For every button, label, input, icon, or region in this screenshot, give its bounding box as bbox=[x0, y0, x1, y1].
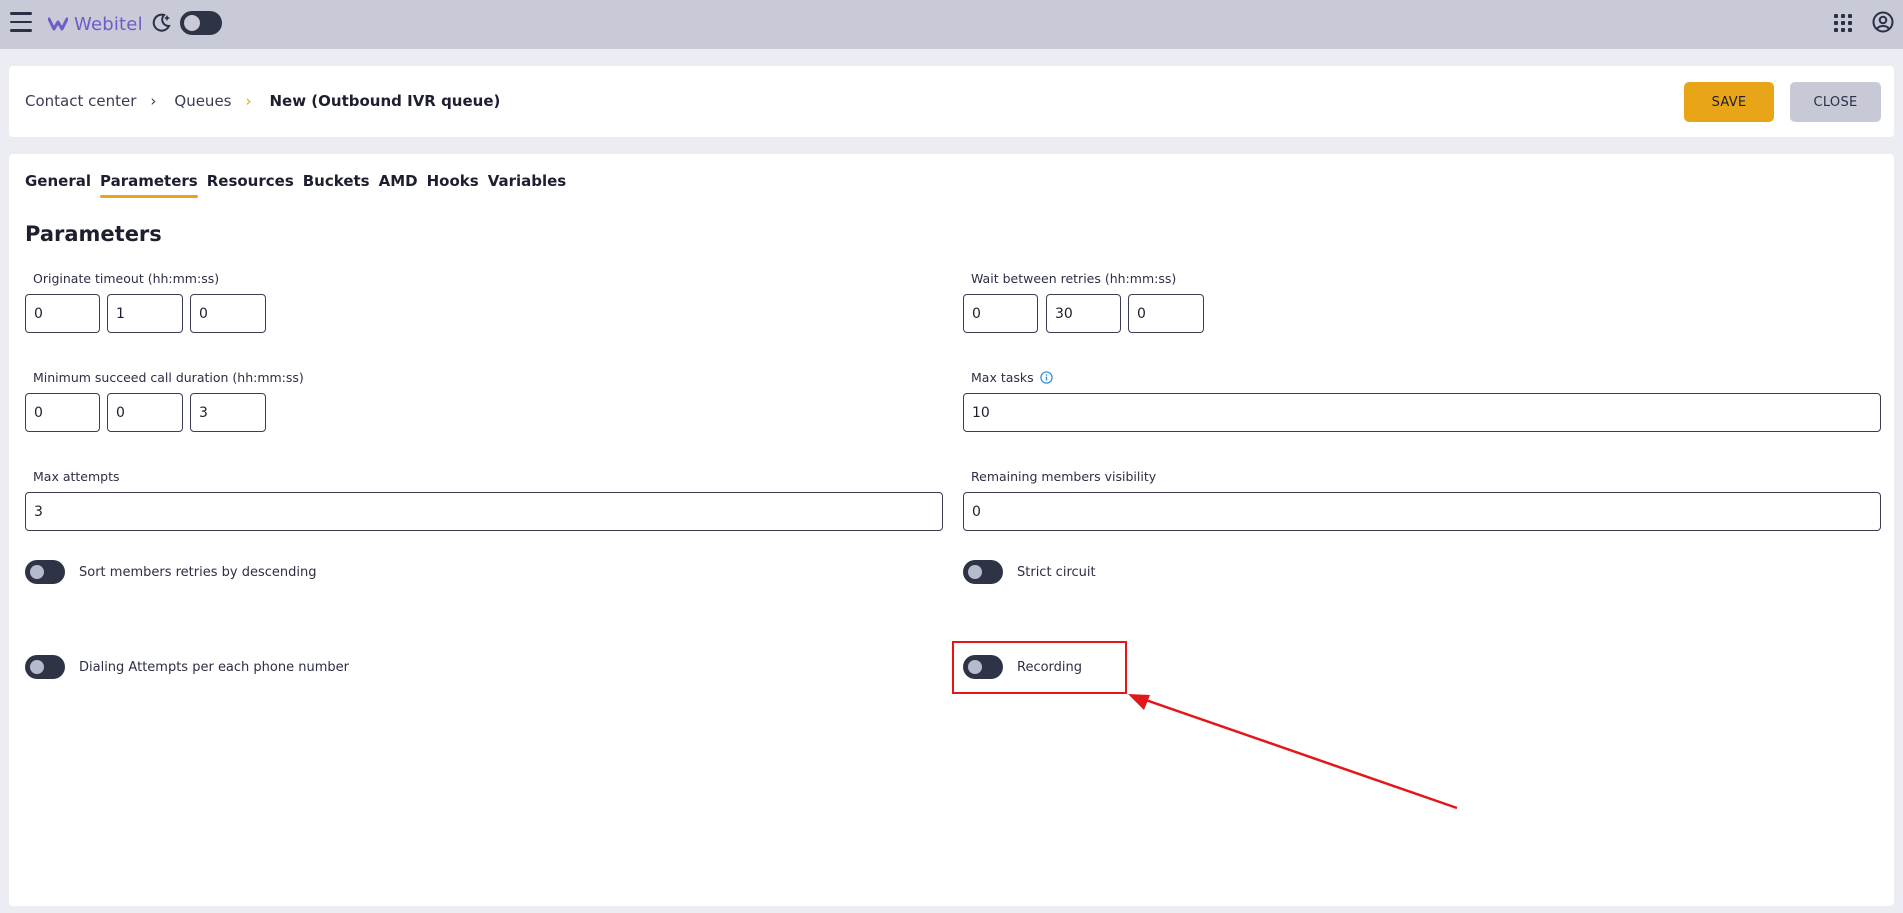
originate-timeout-ss[interactable] bbox=[190, 294, 266, 333]
max-attempts-input[interactable] bbox=[25, 492, 943, 531]
tab-resources[interactable]: Resources bbox=[207, 172, 294, 198]
tab-buckets[interactable]: Buckets bbox=[303, 172, 370, 198]
originate-timeout-hh[interactable] bbox=[25, 294, 100, 333]
strict-circuit-row: Strict circuit bbox=[963, 560, 1096, 584]
originate-timeout-label: Originate timeout (hh:mm:ss) bbox=[33, 271, 220, 286]
min-call-duration-hh[interactable] bbox=[25, 393, 100, 432]
moon-icon bbox=[152, 13, 171, 32]
dialing-attempts-label: Dialing Attempts per each phone number bbox=[79, 659, 349, 675]
main-card: General Parameters Resources Buckets AMD… bbox=[9, 154, 1894, 906]
chevron-right-icon: › bbox=[150, 92, 157, 110]
section-title: Parameters bbox=[25, 222, 162, 246]
remaining-members-input[interactable] bbox=[963, 492, 1881, 531]
account-icon[interactable] bbox=[1872, 11, 1894, 33]
max-attempts-label: Max attempts bbox=[33, 469, 120, 484]
chevron-right-icon: › bbox=[245, 92, 252, 110]
tabs: General Parameters Resources Buckets AMD… bbox=[25, 172, 575, 198]
dialing-attempts-toggle[interactable] bbox=[25, 655, 65, 679]
wait-between-retries-hh[interactable] bbox=[963, 294, 1038, 333]
app-logo[interactable]: Webitel bbox=[48, 12, 143, 36]
annotation-highlight-box bbox=[952, 641, 1127, 694]
originate-timeout-mm[interactable] bbox=[107, 294, 183, 333]
webitel-logo-icon bbox=[48, 17, 68, 31]
close-button[interactable]: CLOSE bbox=[1790, 82, 1881, 122]
strict-circuit-toggle[interactable] bbox=[963, 560, 1003, 584]
tab-general[interactable]: General bbox=[25, 172, 91, 198]
save-button[interactable]: SAVE bbox=[1684, 82, 1774, 122]
wait-between-retries-label: Wait between retries (hh:mm:ss) bbox=[971, 271, 1177, 286]
sort-members-row: Sort members retries by descending bbox=[25, 560, 316, 584]
max-tasks-input[interactable] bbox=[963, 393, 1881, 432]
header-card: Contact center › Queues › New (Outbound … bbox=[9, 66, 1894, 137]
tab-parameters[interactable]: Parameters bbox=[100, 172, 198, 198]
wait-between-retries-ss[interactable] bbox=[1128, 294, 1204, 333]
sort-members-toggle[interactable] bbox=[25, 560, 65, 584]
breadcrumb-queues[interactable]: Queues bbox=[174, 92, 231, 110]
tab-hooks[interactable]: Hooks bbox=[427, 172, 479, 198]
min-call-duration-label: Minimum succeed call duration (hh:mm:ss) bbox=[33, 370, 304, 385]
logo-text: Webitel bbox=[74, 13, 143, 35]
info-icon[interactable] bbox=[1039, 371, 1053, 384]
min-call-duration-mm[interactable] bbox=[107, 393, 183, 432]
breadcrumb: Contact center › Queues › New (Outbound … bbox=[25, 92, 500, 110]
strict-circuit-label: Strict circuit bbox=[1017, 564, 1096, 580]
annotation-arrow-icon bbox=[1128, 694, 1458, 810]
tab-amd[interactable]: AMD bbox=[379, 172, 418, 198]
wait-between-retries-mm[interactable] bbox=[1046, 294, 1121, 333]
remaining-members-label: Remaining members visibility bbox=[971, 469, 1157, 484]
min-call-duration-ss[interactable] bbox=[190, 393, 266, 432]
dialing-attempts-row: Dialing Attempts per each phone number bbox=[25, 655, 349, 679]
max-tasks-label-text: Max tasks bbox=[971, 370, 1034, 385]
tab-variables[interactable]: Variables bbox=[488, 172, 567, 198]
top-bar: Webitel bbox=[0, 0, 1903, 49]
apps-grid-icon[interactable] bbox=[1834, 14, 1852, 32]
breadcrumb-current: New (Outbound IVR queue) bbox=[269, 92, 501, 110]
max-tasks-label: Max tasks bbox=[971, 370, 1053, 385]
theme-toggle[interactable] bbox=[180, 11, 222, 35]
sort-members-label: Sort members retries by descending bbox=[79, 564, 317, 580]
menu-icon[interactable] bbox=[10, 12, 32, 32]
breadcrumb-contact-center[interactable]: Contact center bbox=[25, 92, 136, 110]
